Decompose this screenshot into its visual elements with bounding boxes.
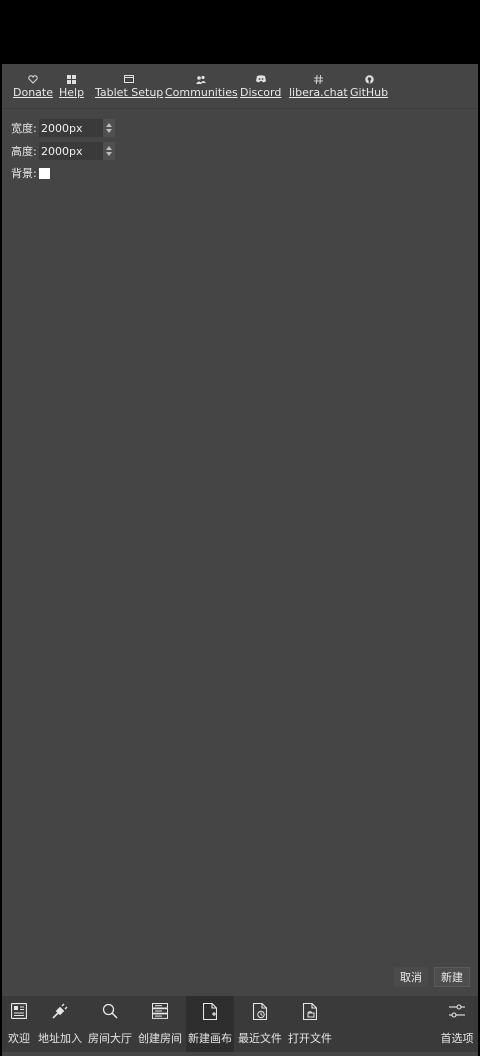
width-increment-arrow-icon[interactable] [106,123,112,127]
donate-link[interactable]: Donate [13,72,53,99]
open-file-icon [303,1002,317,1020]
tab-join-by-address[interactable]: 地址加入 [36,996,84,1052]
tab-new-canvas[interactable]: 新建画布 [186,996,234,1052]
server-icon [152,1002,168,1020]
recent-file-icon [253,1002,267,1020]
new-document-icon [203,1002,217,1020]
discord-link[interactable]: Discord [240,72,281,99]
tab-create-room[interactable]: 创建房间 [136,996,184,1052]
background-label: 背景: [11,167,37,180]
tab-open-file-label: 打开文件 [288,1032,332,1045]
height-spinbox [39,142,115,160]
height-row: 高度: [11,142,115,160]
communities-link-label: Communities [165,86,238,99]
tab-room-lobby[interactable]: 房间大厅 [86,996,134,1052]
create-button[interactable]: 新建 [434,967,470,987]
welcome-icon [11,1002,27,1020]
tab-room-lobby-label: 房间大厅 [88,1032,132,1045]
width-row: 宽度: [11,119,115,137]
tab-welcome[interactable]: 欢迎 [2,996,36,1052]
plug-icon [51,1002,69,1020]
app-window: Donate Help Tablet Setup Communities Dis… [2,64,478,1056]
background-row: 背景: [11,165,50,181]
tab-welcome-label: 欢迎 [8,1032,30,1045]
width-decrement-arrow-icon[interactable] [106,129,112,133]
height-stepper [103,142,115,160]
github-link-label: GitHub [350,86,389,99]
top-links-bar: Donate Help Tablet Setup Communities Dis… [2,64,478,109]
tab-recent-files[interactable]: 最近文件 [236,996,284,1052]
tab-create-room-label: 创建房间 [138,1032,182,1045]
discord-icon [255,72,266,86]
preferences-icon [449,1002,465,1020]
github-icon [364,72,374,86]
help-link-label: Help [59,86,85,99]
discord-link-label: Discord [240,86,282,99]
width-spinbox [39,119,115,137]
donate-link-label: Donate [13,86,53,99]
height-increment-arrow-icon[interactable] [106,146,112,150]
bottom-toolbar: 欢迎 地址加入 房间大厅 创建房间 新建画布 最近文件 打开文件 首选项 [2,996,478,1052]
tablet-setup-link[interactable]: Tablet Setup [95,72,163,99]
height-input[interactable] [39,142,103,160]
cancel-button[interactable]: 取消 [394,967,428,987]
background-color-swatch[interactable] [39,167,50,179]
status-bar [0,0,480,63]
tab-new-canvas-label: 新建画布 [188,1032,232,1045]
tab-preferences-label: 首选项 [440,1032,474,1045]
hash-icon [313,72,323,86]
communities-link[interactable]: Communities [165,72,238,99]
help-grid-icon [67,72,77,86]
width-label: 宽度: [11,122,37,135]
height-label: 高度: [11,145,37,158]
tablet-setup-link-label: Tablet Setup [95,86,164,99]
people-icon [196,72,207,86]
help-link[interactable]: Help [59,72,84,99]
libera-chat-link[interactable]: libera.chat [289,72,348,99]
width-input[interactable] [39,119,103,137]
tablet-icon [124,72,135,86]
tab-join-by-address-label: 地址加入 [38,1032,82,1045]
tab-recent-files-label: 最近文件 [238,1032,282,1045]
tab-open-file[interactable]: 打开文件 [286,996,334,1052]
heart-icon [28,72,38,86]
height-decrement-arrow-icon[interactable] [106,152,112,156]
github-link[interactable]: GitHub [350,72,388,99]
search-icon [102,1002,118,1020]
width-stepper [103,119,115,137]
libera-chat-link-label: libera.chat [289,86,348,99]
tab-preferences[interactable]: 首选项 [436,996,478,1052]
